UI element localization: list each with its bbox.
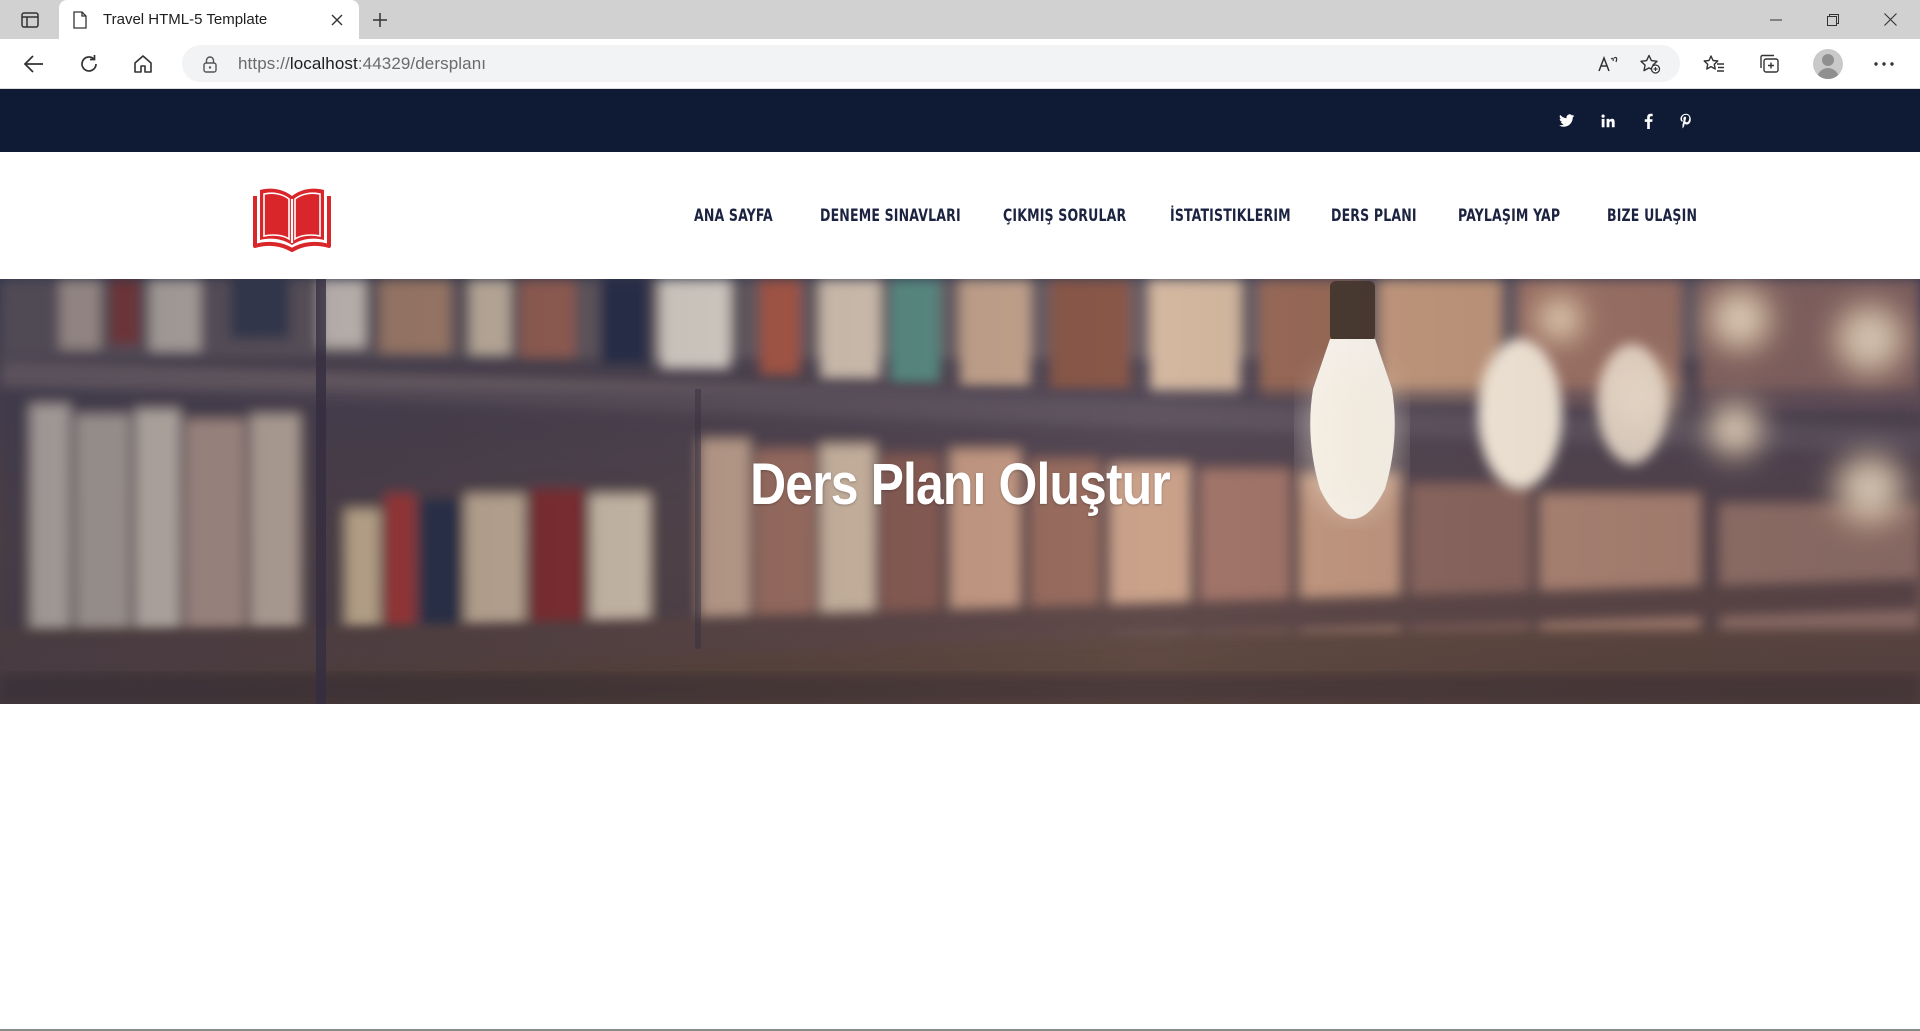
tab-title: Travel HTML-5 Template [103, 11, 268, 28]
close-tab-icon[interactable] [327, 10, 347, 30]
restore-icon[interactable] [1805, 0, 1861, 39]
twitter-icon[interactable] [1554, 89, 1580, 152]
browser-toolbar: https://localhost:44329/dersplanı [0, 39, 1920, 89]
facebook-icon[interactable] [1635, 89, 1661, 152]
nav-link-label[interactable]: DERS PLANI [1331, 206, 1417, 226]
back-icon[interactable] [18, 48, 50, 80]
nav-link-label[interactable]: ÇIKMIŞ SORULAR [1003, 206, 1126, 226]
nav-item-paylasim-yap[interactable]: PAYLAŞIM YAP [1458, 152, 1583, 279]
new-tab-button[interactable] [366, 6, 394, 34]
nav-link-label[interactable]: PAYLAŞIM YAP [1458, 206, 1560, 226]
nav-item-istatistiklerim[interactable]: İSTATISTIKLERIM [1170, 152, 1317, 279]
address-bar[interactable]: https://localhost:44329/dersplanı [182, 45, 1680, 82]
read-aloud-icon[interactable] [1592, 45, 1624, 82]
home-icon[interactable] [127, 48, 159, 80]
nav-link-label[interactable]: DENEME SINAVLARI [820, 206, 961, 226]
browser-tab-strip: Travel HTML-5 Template [0, 0, 1920, 39]
tab-actions-icon[interactable] [14, 7, 46, 33]
pinterest-icon[interactable] [1673, 89, 1699, 152]
nav-link-label[interactable]: BIZE ULAŞIN [1607, 206, 1697, 226]
nav-item-ana-sayfa[interactable]: ANA SAYFA [694, 152, 790, 279]
page-content-area [0, 704, 1920, 1029]
linkedin-icon[interactable] [1595, 89, 1621, 152]
close-window-icon[interactable] [1862, 0, 1918, 39]
nav-item-cikmis-sorular[interactable]: ÇIKMIŞ SORULAR [1003, 152, 1153, 279]
page-icon [73, 10, 89, 29]
site-header: ANA SAYFA DENEME SINAVLARI ÇIKMIŞ SORULA… [0, 152, 1920, 279]
nav-link-label[interactable]: ANA SAYFA [694, 206, 773, 226]
refresh-icon[interactable] [73, 48, 105, 80]
page-title: Ders Planı Oluştur [750, 452, 1171, 517]
url-text: https://localhost:44329/dersplanı [238, 53, 487, 73]
nav-link-label[interactable]: İSTATISTIKLERIM [1170, 206, 1291, 226]
hero-banner: Ders Planı Oluştur [0, 279, 1920, 704]
browser-tab[interactable]: Travel HTML-5 Template [59, 0, 359, 39]
site-topbar [0, 89, 1920, 152]
nav-item-deneme-sinavlari[interactable]: DENEME SINAVLARI [820, 152, 992, 279]
collections-icon[interactable] [1754, 48, 1786, 80]
favorites-icon[interactable] [1698, 48, 1730, 80]
nav-item-ders-plani[interactable]: DERS PLANI [1331, 152, 1436, 279]
minimize-icon[interactable] [1748, 0, 1804, 39]
more-options-icon[interactable] [1868, 48, 1900, 80]
lock-icon[interactable] [202, 55, 220, 73]
add-favorite-icon[interactable] [1634, 45, 1666, 82]
nav-item-bize-ulasin[interactable]: BIZE ULAŞIN [1607, 152, 1717, 279]
open-book-icon[interactable] [252, 182, 332, 252]
profile-avatar[interactable] [1813, 49, 1843, 79]
